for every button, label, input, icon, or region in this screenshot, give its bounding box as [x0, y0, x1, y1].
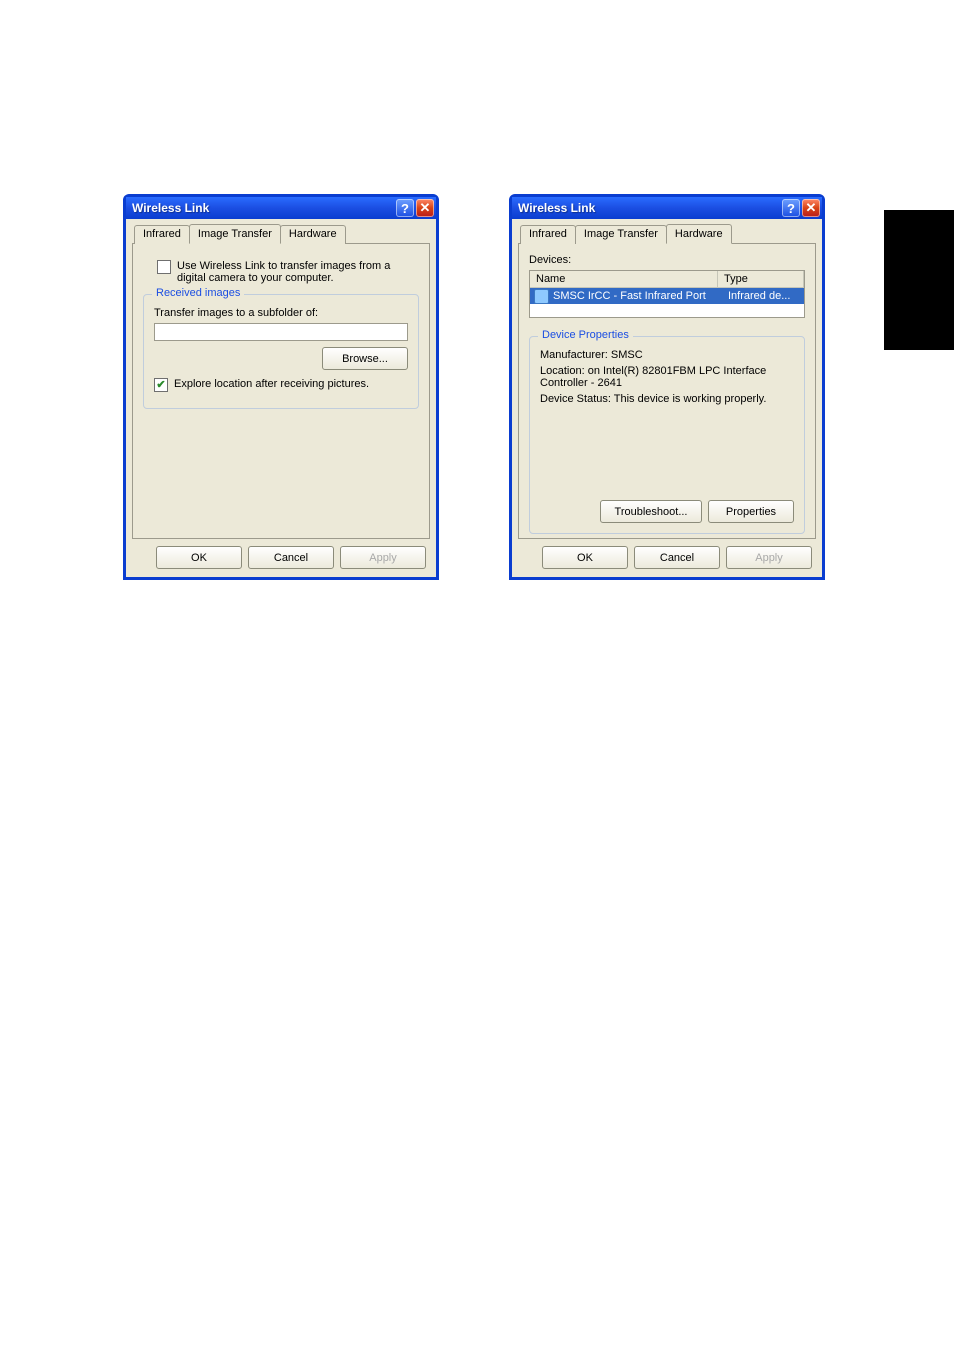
- tab-strip: Infrared Image Transfer Hardware: [520, 225, 816, 244]
- transfer-images-label: Transfer images to a subfolder of:: [154, 307, 408, 319]
- received-images-legend: Received images: [152, 287, 244, 299]
- device-name: SMSC IrCC - Fast Infrared Port: [553, 290, 706, 302]
- location-text: Location: on Intel(R) 82801FBM LPC Inter…: [540, 365, 794, 389]
- apply-button[interactable]: Apply: [340, 546, 426, 569]
- ok-button[interactable]: OK: [156, 546, 242, 569]
- device-type: Infrared de...: [722, 290, 804, 302]
- manufacturer-text: Manufacturer: SMSC: [540, 349, 794, 361]
- properties-button[interactable]: Properties: [708, 500, 794, 523]
- window-title: Wireless Link: [518, 201, 780, 215]
- browse-button[interactable]: Browse...: [322, 347, 408, 370]
- explore-location-label: Explore location after receiving picture…: [174, 378, 369, 390]
- explore-location-checkbox[interactable]: ✔: [154, 378, 168, 392]
- ok-button[interactable]: OK: [542, 546, 628, 569]
- devices-label: Devices:: [529, 254, 805, 266]
- tab-hardware[interactable]: Hardware: [666, 224, 732, 244]
- tab-image-transfer[interactable]: Image Transfer: [189, 224, 281, 244]
- device-status-text: Device Status: This device is working pr…: [540, 393, 794, 405]
- infrared-device-icon: [534, 289, 549, 304]
- tab-infrared[interactable]: Infrared: [134, 225, 190, 244]
- tab-infrared[interactable]: Infrared: [520, 225, 576, 244]
- help-icon: ?: [787, 201, 795, 216]
- title-bar[interactable]: Wireless Link ? ✕: [512, 197, 822, 219]
- close-button[interactable]: ✕: [802, 199, 820, 217]
- tab-panel: Use Wireless Link to transfer images fro…: [132, 243, 430, 539]
- apply-button[interactable]: Apply: [726, 546, 812, 569]
- close-icon: ✕: [806, 200, 817, 216]
- window-title: Wireless Link: [132, 201, 394, 215]
- device-list-row[interactable]: SMSC IrCC - Fast Infrared Port Infrared …: [530, 288, 804, 304]
- tab-image-transfer[interactable]: Image Transfer: [575, 225, 667, 244]
- use-wireless-label: Use Wireless Link to transfer images fro…: [177, 260, 407, 284]
- column-type-header[interactable]: Type: [718, 271, 804, 287]
- close-icon: ✕: [420, 200, 431, 216]
- wireless-link-image-transfer-dialog: Wireless Link ? ✕ Infrared Image Transfe…: [123, 194, 439, 580]
- tab-strip: Infrared Image Transfer Hardware: [134, 225, 430, 244]
- help-button[interactable]: ?: [396, 199, 414, 217]
- help-icon: ?: [401, 201, 409, 216]
- client-area: Infrared Image Transfer Hardware Devices…: [512, 219, 822, 577]
- title-bar[interactable]: Wireless Link ? ✕: [126, 197, 436, 219]
- client-area: Infrared Image Transfer Hardware Use Wir…: [126, 219, 436, 577]
- device-list-header: Name Type: [530, 271, 804, 288]
- device-list[interactable]: Name Type SMSC IrCC - Fast Infrared Port…: [529, 270, 805, 318]
- cancel-button[interactable]: Cancel: [634, 546, 720, 569]
- device-properties-legend: Device Properties: [538, 329, 633, 341]
- page-edge-tab: [884, 210, 954, 350]
- cancel-button[interactable]: Cancel: [248, 546, 334, 569]
- use-wireless-checkbox[interactable]: [157, 260, 171, 274]
- destination-path-input[interactable]: [154, 323, 408, 341]
- dialog-button-row: OK Cancel Apply: [542, 546, 812, 569]
- dialog-button-row: OK Cancel Apply: [156, 546, 426, 569]
- column-name-header[interactable]: Name: [530, 271, 718, 287]
- wireless-link-hardware-dialog: Wireless Link ? ✕ Infrared Image Transfe…: [509, 194, 825, 580]
- help-button[interactable]: ?: [782, 199, 800, 217]
- close-button[interactable]: ✕: [416, 199, 434, 217]
- tab-hardware[interactable]: Hardware: [280, 225, 346, 244]
- troubleshoot-button[interactable]: Troubleshoot...: [600, 500, 702, 523]
- tab-panel: Devices: Name Type SMSC IrCC - Fast Infr…: [518, 243, 816, 539]
